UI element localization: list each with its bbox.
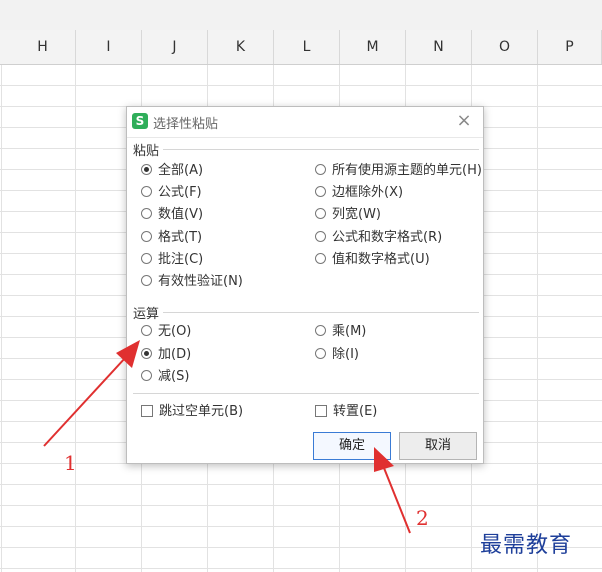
option-paste-source-theme[interactable]: 所有使用源主题的单元(H) [315,162,482,180]
column-header-row: H I J K L M N O P [0,30,602,65]
option-operation-subtract[interactable]: 减(S) [141,368,189,386]
option-label: 加(D) [158,347,192,362]
radio-icon [315,348,326,359]
checkbox-icon [141,404,153,417]
option-paste-validation[interactable]: 有效性验证(N) [141,273,243,291]
radio-icon [315,164,326,175]
radio-icon [141,231,152,242]
option-label: 格式(T) [158,230,203,245]
column-header-j[interactable]: J [142,30,208,64]
option-operation-add[interactable]: 加(D) [141,346,191,364]
section-divider [163,312,479,313]
option-paste-all[interactable]: 全部(A) [141,162,203,180]
cancel-button[interactable]: 取消 [399,432,477,460]
radio-icon [141,275,152,286]
dialog-title: 选择性粘贴 [153,117,219,132]
toolbar-area [0,0,602,31]
radio-icon [315,208,326,219]
option-label: 批注(C) [158,252,204,267]
option-label: 列宽(W) [332,207,381,222]
radio-icon [141,325,152,336]
radio-icon [141,186,152,197]
column-header-l[interactable]: L [274,30,340,64]
radio-icon [141,208,152,219]
column-header-i[interactable]: I [76,30,142,64]
annotation-number-two: 2 [416,506,429,530]
radio-selected-icon [141,164,152,175]
option-paste-values[interactable]: 数值(V) [141,206,203,224]
option-label: 减(S) [158,369,190,384]
option-label: 跳过空单元(B) [159,404,244,419]
option-label: 值和数字格式(U) [332,252,430,267]
radio-icon [141,370,152,381]
option-label: 数值(V) [158,207,204,222]
column-header-k[interactable]: K [208,30,274,64]
annotation-number-one: 1 [64,451,77,475]
option-label: 全部(A) [158,163,204,178]
option-label: 除(I) [332,347,359,362]
transpose-checkbox[interactable]: 转置(E) [315,403,377,421]
section-divider [163,149,479,150]
option-paste-except-borders[interactable]: 边框除外(X) [315,184,403,202]
watermark-logo: 最需教育 [480,533,573,558]
column-header-p[interactable]: P [538,30,602,64]
operation-section-label: 运算 [133,307,160,322]
option-paste-comments[interactable]: 批注(C) [141,251,203,269]
option-label: 边框除外(X) [332,185,404,200]
column-header-m[interactable]: M [340,30,406,64]
option-label: 乘(M) [332,324,367,339]
option-operation-divide[interactable]: 除(I) [315,346,359,364]
option-paste-formats[interactable]: 格式(T) [141,229,202,247]
paste-special-dialog: S 选择性粘贴 × 粘贴 全部(A) 公式(F) 数值(V) 格式(T) 批注(… [126,106,484,464]
option-label: 无(O) [158,324,192,339]
section-divider [133,393,479,394]
radio-selected-icon [141,348,152,359]
option-paste-column-widths[interactable]: 列宽(W) [315,206,381,224]
option-label: 转置(E) [333,404,378,419]
option-label: 有效性验证(N) [158,274,243,289]
option-paste-values-number-formats[interactable]: 值和数字格式(U) [315,251,430,269]
radio-icon [315,253,326,264]
checkbox-icon [315,404,327,417]
ok-button[interactable]: 确定 [313,432,391,460]
paste-section-label: 粘贴 [133,144,160,159]
option-paste-formulas-number-formats[interactable]: 公式和数字格式(R) [315,229,442,247]
option-label: 公式和数字格式(R) [332,230,443,245]
column-header-n[interactable]: N [406,30,472,64]
dialog-title-bar[interactable]: S 选择性粘贴 × [127,107,483,138]
option-paste-formulas[interactable]: 公式(F) [141,184,202,202]
skip-blanks-checkbox[interactable]: 跳过空单元(B) [141,403,243,421]
radio-icon [141,253,152,264]
column-header-h[interactable]: H [10,30,76,64]
radio-icon [315,231,326,242]
radio-icon [315,186,326,197]
option-label: 公式(F) [158,185,202,200]
radio-icon [315,325,326,336]
column-header-o[interactable]: O [472,30,538,64]
option-operation-none[interactable]: 无(O) [141,323,191,341]
option-operation-multiply[interactable]: 乘(M) [315,323,366,341]
close-button[interactable]: × [453,110,475,132]
spreadsheet-app-icon: S [132,113,148,129]
option-label: 所有使用源主题的单元(H) [332,163,482,178]
